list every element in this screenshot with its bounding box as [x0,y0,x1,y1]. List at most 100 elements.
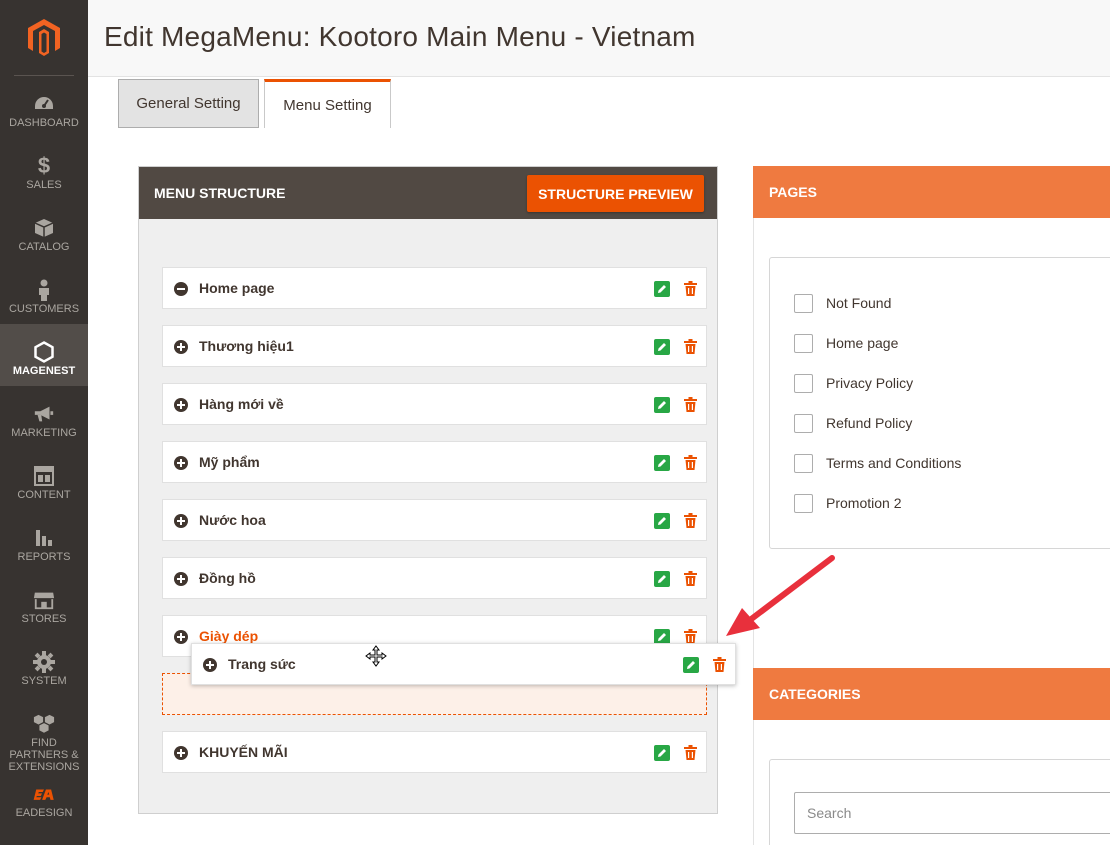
page-checkbox[interactable] [794,493,813,513]
nav-dashboard-label: DASHBOARD [9,117,79,129]
edit-icon[interactable] [683,657,699,673]
collapse-icon[interactable] [174,282,188,296]
nav-catalog-label: CATALOG [18,241,70,253]
categories-panel-title: CATEGORIES [769,686,861,702]
edit-icon[interactable] [654,745,670,761]
nav-system-label: SYSTEM [21,675,67,687]
edit-icon[interactable] [654,339,670,355]
eadesign-logo-icon [33,783,55,805]
menu-structure-panel: MENU STRUCTURE STRUCTURE PREVIEW [138,166,718,814]
megaphone-icon [33,403,55,425]
page-option[interactable]: Terms and Conditions [794,453,961,473]
expand-icon[interactable] [174,630,188,644]
structure-preview-button[interactable]: STRUCTURE PREVIEW [527,175,704,212]
menu-structure-header: MENU STRUCTURE STRUCTURE PREVIEW [139,167,717,219]
page-option-label: Home page [826,335,899,351]
trash-icon[interactable] [682,454,698,470]
layout-icon [33,465,55,487]
menu-item[interactable]: Mỹ phẩm [162,441,707,483]
page-option-label: Refund Policy [826,415,913,431]
nav-customers-label: CUSTOMERS [8,303,80,315]
cubes-icon [33,713,55,735]
nav-magenest[interactable]: MAGENEST [0,324,88,386]
trash-icon[interactable] [682,628,698,644]
page-option-label: Terms and Conditions [826,455,962,471]
expand-icon[interactable] [174,398,188,412]
edit-icon[interactable] [654,455,670,471]
nav-dashboard[interactable]: DASHBOARD [0,76,88,138]
nav-catalog[interactable]: CATALOG [0,200,88,262]
categories-panel-header[interactable]: CATEGORIES [753,668,1110,720]
edit-icon[interactable] [654,513,670,529]
tab-general-setting[interactable]: General Setting [118,79,259,128]
trash-icon[interactable] [682,396,698,412]
menu-item[interactable]: Hàng mới về [162,383,707,425]
nav-reports-label: REPORTS [17,551,71,563]
person-icon [33,279,55,301]
expand-icon[interactable] [174,746,188,760]
page-option[interactable]: Home page [794,333,898,353]
nav-find-partners[interactable]: FIND PARTNERS & EXTENSIONS [0,696,88,773]
nav-stores[interactable]: STORES [0,572,88,634]
nav-customers[interactable]: CUSTOMERS [0,262,88,324]
category-search-input[interactable] [794,792,1110,834]
menu-item[interactable]: Đồng hồ [162,557,707,599]
nav-reports[interactable]: REPORTS [0,510,88,572]
gear-icon [33,651,55,673]
trash-icon[interactable] [682,280,698,296]
menu-item-label: Home page [199,280,275,296]
page-option[interactable]: Promotion 2 [794,493,901,513]
expand-icon[interactable] [203,658,217,672]
menu-item-label: Thương hiệu1 [199,338,294,354]
expand-icon[interactable] [174,340,188,354]
page-checkbox[interactable] [794,373,813,393]
menu-item-label: Mỹ phẩm [199,454,260,470]
menu-item-label: Đồng hồ [199,570,256,586]
trash-icon[interactable] [682,570,698,586]
nav-eadesign-label: EADESIGN [15,807,73,819]
edit-icon[interactable] [654,571,670,587]
expand-icon[interactable] [174,456,188,470]
magento-logo[interactable] [0,0,88,76]
nav-sales[interactable]: $ SALES [0,138,88,200]
page-checkbox[interactable] [794,333,813,353]
page-checkbox[interactable] [794,413,813,433]
nav-magenest-label: MAGENEST [12,365,76,377]
nav-system[interactable]: SYSTEM [0,634,88,696]
page-option-label: Privacy Policy [826,375,914,391]
page-option[interactable]: Refund Policy [794,413,912,433]
hexagon-icon [33,341,55,363]
page-option-label: Promotion 2 [826,495,902,511]
expand-icon[interactable] [174,572,188,586]
trash-icon[interactable] [682,338,698,354]
page-title: Edit MegaMenu: Kootoro Main Menu - Vietn… [104,21,696,52]
page-option-label: Not Found [826,295,892,311]
dragging-menu-item[interactable]: Trang sức [191,643,736,685]
nav-eadesign[interactable]: EADESIGN [0,766,88,828]
edit-icon[interactable] [654,397,670,413]
admin-sidebar: DASHBOARD $ SALES CATALOG CUSTOMERS MAGE… [0,0,88,845]
store-icon [33,589,55,611]
edit-icon[interactable] [654,281,670,297]
nav-stores-label: STORES [21,613,67,625]
nav-marketing[interactable]: MARKETING [0,386,88,448]
menu-item-label: Giày dép [199,628,259,644]
pages-panel-header[interactable]: PAGES [753,166,1110,218]
menu-item[interactable]: Thương hiệu1 [162,325,707,367]
tab-menu-setting[interactable]: Menu Setting [264,79,391,128]
page-checkbox[interactable] [794,453,813,473]
menu-item-label: Hàng mới về [199,396,284,412]
menu-item[interactable]: Home page [162,267,707,309]
page-option[interactable]: Privacy Policy [794,373,913,393]
menu-item-label: Trang sức [228,656,296,672]
nav-content[interactable]: CONTENT [0,448,88,510]
menu-item[interactable]: KHUYẾN MÃI [162,731,707,773]
trash-icon[interactable] [711,656,727,672]
menu-item[interactable]: Nước hoa [162,499,707,541]
trash-icon[interactable] [682,744,698,760]
nav-sales-label: SALES [26,179,62,191]
page-option[interactable]: Not Found [794,293,891,313]
expand-icon[interactable] [174,514,188,528]
page-checkbox[interactable] [794,293,813,313]
trash-icon[interactable] [682,512,698,528]
